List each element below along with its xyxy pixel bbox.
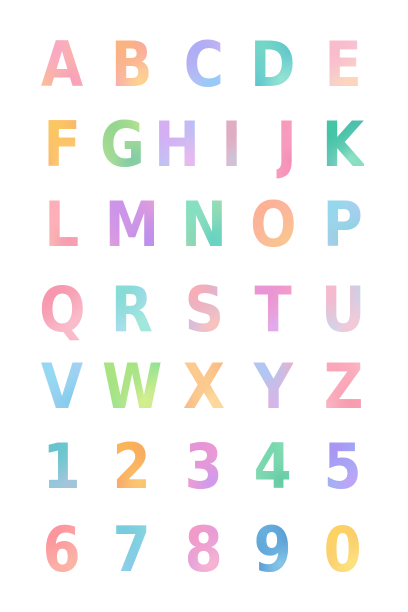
watercolor-glyph: 9	[254, 513, 292, 586]
watercolor-glyph: B	[111, 28, 153, 101]
glyph-cell: 3	[174, 432, 234, 502]
glyph-cell: 8	[174, 515, 234, 585]
glyph-row: 12345	[0, 432, 408, 502]
glyph-row: FGHIJK	[0, 110, 408, 180]
glyph-cell: V	[32, 352, 92, 422]
glyph-cell: W	[101, 350, 163, 423]
glyph-cell: E	[313, 30, 373, 100]
glyph-cell: A	[32, 30, 92, 100]
watercolor-glyph: H	[154, 108, 200, 181]
watercolor-glyph: 7	[113, 513, 151, 586]
glyph-row: LMNOP	[0, 190, 408, 260]
glyph-cell: F	[32, 110, 92, 180]
watercolor-glyph: L	[44, 188, 80, 261]
watercolor-glyph: 1	[43, 430, 81, 503]
watercolor-glyph: T	[254, 273, 292, 346]
glyph-cell: N	[174, 190, 234, 260]
watercolor-glyph: Y	[253, 350, 293, 423]
glyph-cell: U	[313, 275, 373, 345]
glyph-cell: D	[243, 30, 303, 100]
glyph-cell: Y	[243, 352, 303, 422]
glyph-cell: 9	[243, 515, 303, 585]
watercolor-glyph: I	[221, 108, 243, 181]
watercolor-glyph: 3	[185, 430, 223, 503]
glyph-cell: I	[202, 110, 262, 180]
watercolor-glyph: 5	[324, 430, 362, 503]
glyph-cell: 7	[102, 515, 162, 585]
watercolor-glyph: M	[104, 188, 160, 261]
glyph-row: VWXYZ	[0, 352, 408, 422]
glyph-cell: Z	[313, 352, 373, 422]
glyph-cell: 0	[313, 515, 373, 585]
glyph-cell: Q	[32, 275, 92, 345]
watercolor-glyph: Z	[323, 350, 363, 423]
glyph-row: 67890	[0, 515, 408, 585]
watercolor-glyph: P	[322, 188, 363, 261]
watercolor-glyph: J	[276, 108, 298, 181]
watercolor-glyph: R	[110, 273, 154, 346]
glyph-cell: 6	[32, 515, 92, 585]
alphabet-number-poster: ABCDEFGHIJKLMNOPQRSTUVWXYZ1234567890	[0, 0, 408, 612]
watercolor-glyph: D	[250, 28, 296, 101]
watercolor-glyph: G	[99, 108, 145, 181]
watercolor-glyph: C	[183, 28, 225, 101]
glyph-cell: J	[257, 110, 317, 180]
watercolor-glyph: 8	[185, 513, 223, 586]
watercolor-glyph: W	[101, 350, 163, 423]
glyph-cell: 5	[313, 432, 373, 502]
glyph-row: QRSTU	[0, 275, 408, 345]
watercolor-glyph: O	[249, 188, 297, 261]
watercolor-glyph: U	[320, 273, 366, 346]
glyph-cell: L	[32, 190, 92, 260]
glyph-cell: H	[147, 110, 207, 180]
watercolor-glyph: 0	[324, 513, 362, 586]
glyph-cell: 4	[243, 432, 303, 502]
watercolor-glyph: F	[43, 108, 81, 181]
glyph-cell: T	[243, 275, 303, 345]
watercolor-glyph: 2	[113, 430, 151, 503]
glyph-cell: X	[174, 352, 234, 422]
glyph-row: ABCDE	[0, 30, 408, 100]
glyph-cell: 1	[32, 432, 92, 502]
glyph-cell: K	[313, 110, 373, 180]
watercolor-glyph: 6	[43, 513, 81, 586]
glyph-cell: B	[102, 30, 162, 100]
watercolor-glyph: K	[321, 108, 365, 181]
glyph-cell: 2	[102, 432, 162, 502]
watercolor-glyph: N	[181, 188, 227, 261]
glyph-cell: R	[102, 275, 162, 345]
glyph-cell: O	[243, 190, 303, 260]
watercolor-glyph: 4	[254, 430, 292, 503]
watercolor-glyph: V	[40, 350, 84, 423]
glyph-cell: S	[174, 275, 234, 345]
glyph-cell: C	[174, 30, 234, 100]
watercolor-glyph: E	[324, 28, 362, 101]
watercolor-glyph: S	[184, 273, 224, 346]
watercolor-glyph: A	[40, 28, 84, 101]
glyph-cell: G	[92, 110, 152, 180]
glyph-cell: M	[102, 190, 162, 260]
watercolor-glyph: Q	[38, 273, 86, 346]
watercolor-glyph: X	[182, 350, 226, 423]
glyph-cell: P	[313, 190, 373, 260]
